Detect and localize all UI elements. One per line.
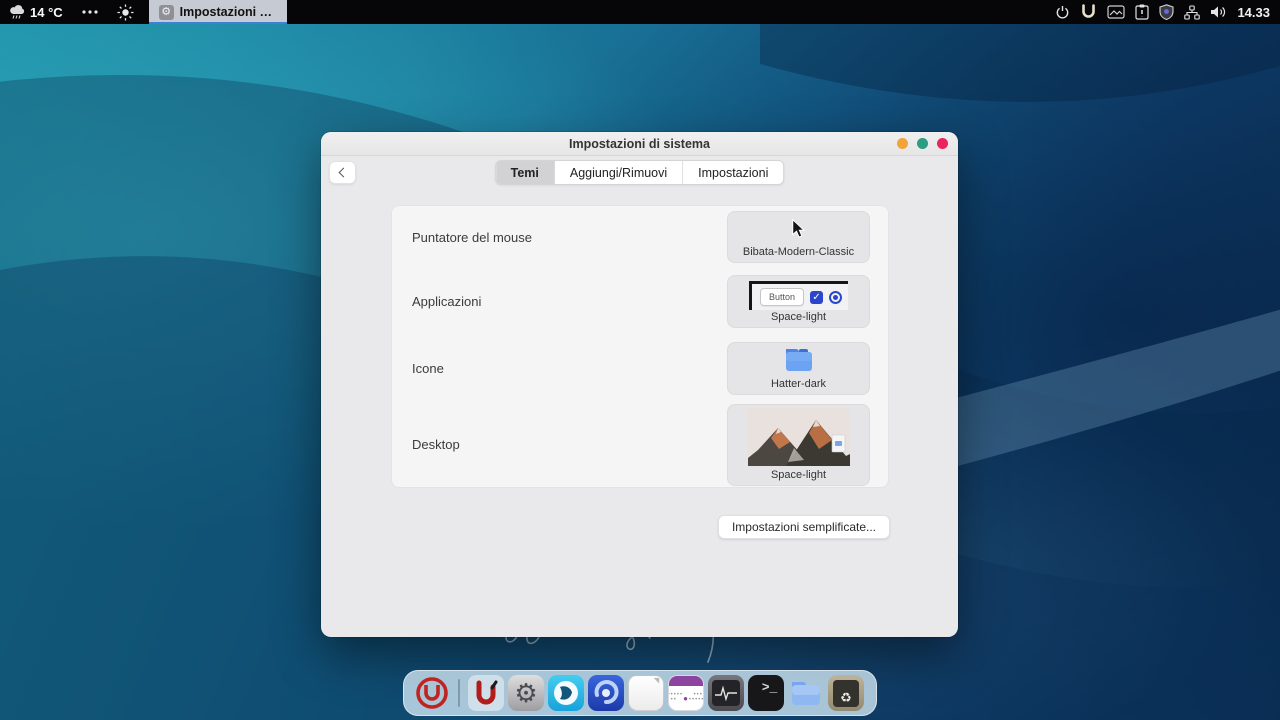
calendar-grid: ••••••••●••••••••• xyxy=(668,686,704,710)
theme-settings-panel: Puntatore del mouse Bibata-Modern-Classi… xyxy=(391,205,889,488)
maximize-button[interactable] xyxy=(917,138,928,149)
cursor-theme-name: Bibata-Modern-Classic xyxy=(743,246,854,258)
power-icon xyxy=(1055,5,1070,20)
tab-impostazioni[interactable]: Impostazioni xyxy=(683,161,783,184)
close-button[interactable] xyxy=(937,138,948,149)
desktop-theme-name: Space-light xyxy=(771,469,826,481)
setting-row-applications: Applicazioni Button ✓ Space-light xyxy=(392,268,888,334)
taskbar-item-settings[interactable]: ⚙ Impostazioni di... xyxy=(149,0,287,24)
menubar-left: 14 °C ⚙ Impostazioni di... xyxy=(0,0,287,24)
distro-u-icon xyxy=(1080,4,1097,20)
system-settings-icon[interactable]: ⚙ xyxy=(508,675,544,711)
menubar-tray: 14.33 xyxy=(1050,0,1280,24)
gear-icon: ⚙ xyxy=(159,5,174,20)
document-icon[interactable] xyxy=(628,675,664,711)
dots-menu[interactable] xyxy=(72,0,108,24)
weather-temp: 14 °C xyxy=(30,5,63,20)
window-controls xyxy=(897,132,948,155)
browser-icon[interactable] xyxy=(548,675,584,711)
network-icon xyxy=(1184,5,1200,20)
network-status[interactable] xyxy=(1179,0,1205,24)
screenshot-icon xyxy=(1107,5,1125,19)
dock-separator xyxy=(458,679,460,707)
file-manager-icon[interactable] xyxy=(788,675,824,711)
application-theme-card[interactable]: Button ✓ Space-light xyxy=(727,275,870,328)
clock[interactable]: 14.33 xyxy=(1232,5,1280,20)
weather-icon xyxy=(9,5,26,20)
terminal-icon[interactable]: >_ xyxy=(748,675,784,711)
clipboard-icon xyxy=(1135,4,1149,20)
dock: ⚙ ••••••••●••••••••• xyxy=(403,670,877,716)
settings-window: Impostazioni di sistema Temi Aggiungi/Ri… xyxy=(321,132,958,637)
minimize-button[interactable] xyxy=(897,138,908,149)
wallpaper-thumbnail xyxy=(748,408,850,466)
clipboard-status[interactable] xyxy=(1130,0,1154,24)
preview-button: Button xyxy=(760,288,804,306)
window-nav-row: Temi Aggiungi/Rimuovi Impostazioni xyxy=(321,156,958,204)
calendar-header xyxy=(669,676,703,686)
tab-bar: Temi Aggiungi/Rimuovi Impostazioni xyxy=(495,160,785,185)
preview-checkbox-icon: ✓ xyxy=(810,291,823,304)
top-menu-bar: 14 °C ⚙ Impostazioni di... xyxy=(0,0,1280,24)
tab-temi[interactable]: Temi xyxy=(496,161,555,184)
active-task-indicator xyxy=(149,22,287,24)
calendar-icon[interactable]: ••••••••●••••••••• xyxy=(668,675,704,711)
window-title: Impostazioni di sistema xyxy=(569,137,710,151)
simplified-settings-button[interactable]: Impostazioni semplificate... xyxy=(718,515,890,539)
setting-label: Desktop xyxy=(412,437,460,452)
back-button[interactable] xyxy=(329,161,356,184)
shield-icon xyxy=(1159,4,1174,20)
trash-icon[interactable]: ♻ xyxy=(828,675,864,711)
red-u-app-icon[interactable] xyxy=(468,675,504,711)
application-theme-name: Space-light xyxy=(771,311,826,323)
system-monitor-icon[interactable] xyxy=(708,675,744,711)
power-button[interactable] xyxy=(1050,0,1075,24)
cursor-icon xyxy=(791,219,807,239)
brightness-icon xyxy=(117,4,134,21)
brightness-control[interactable] xyxy=(108,0,143,24)
folder-icon xyxy=(782,346,816,374)
window-titlebar[interactable]: Impostazioni di sistema xyxy=(321,132,958,156)
tab-aggiungi-rimuovi[interactable]: Aggiungi/Rimuovi xyxy=(555,161,683,184)
desktop-theme-card[interactable]: Space-light xyxy=(727,404,870,486)
dots-menu-icon xyxy=(81,9,99,15)
screenshot-tool[interactable] xyxy=(1102,0,1130,24)
setting-row-icons: Icone Hatter-dark xyxy=(392,334,888,402)
taskbar-item-label: Impostazioni di... xyxy=(180,5,277,19)
setting-row-mouse-pointer: Puntatore del mouse Bibata-Modern-Classi… xyxy=(392,206,888,268)
icon-theme-card[interactable]: Hatter-dark xyxy=(727,342,870,395)
icon-theme-name: Hatter-dark xyxy=(771,378,826,390)
widget-preview: Button ✓ xyxy=(749,281,848,310)
volume-control[interactable] xyxy=(1205,0,1232,24)
setting-row-desktop: Desktop xyxy=(392,402,888,487)
recycle-icon: ♻ xyxy=(833,680,859,707)
mail-icon[interactable] xyxy=(588,675,624,711)
desktop: 14 °C ⚙ Impostazioni di... xyxy=(0,0,1280,720)
setting-label: Icone xyxy=(412,361,444,376)
weather-widget[interactable]: 14 °C xyxy=(0,0,72,24)
preview-radio-icon xyxy=(829,291,842,304)
distro-indicator[interactable] xyxy=(1075,0,1102,24)
cursor-theme-card[interactable]: Bibata-Modern-Classic xyxy=(727,211,870,263)
security-status[interactable] xyxy=(1154,0,1179,24)
unity-logo-icon[interactable] xyxy=(414,675,450,711)
setting-label: Applicazioni xyxy=(412,294,481,309)
chevron-left-icon xyxy=(339,168,349,178)
setting-label: Puntatore del mouse xyxy=(412,230,532,245)
volume-icon xyxy=(1210,5,1227,19)
